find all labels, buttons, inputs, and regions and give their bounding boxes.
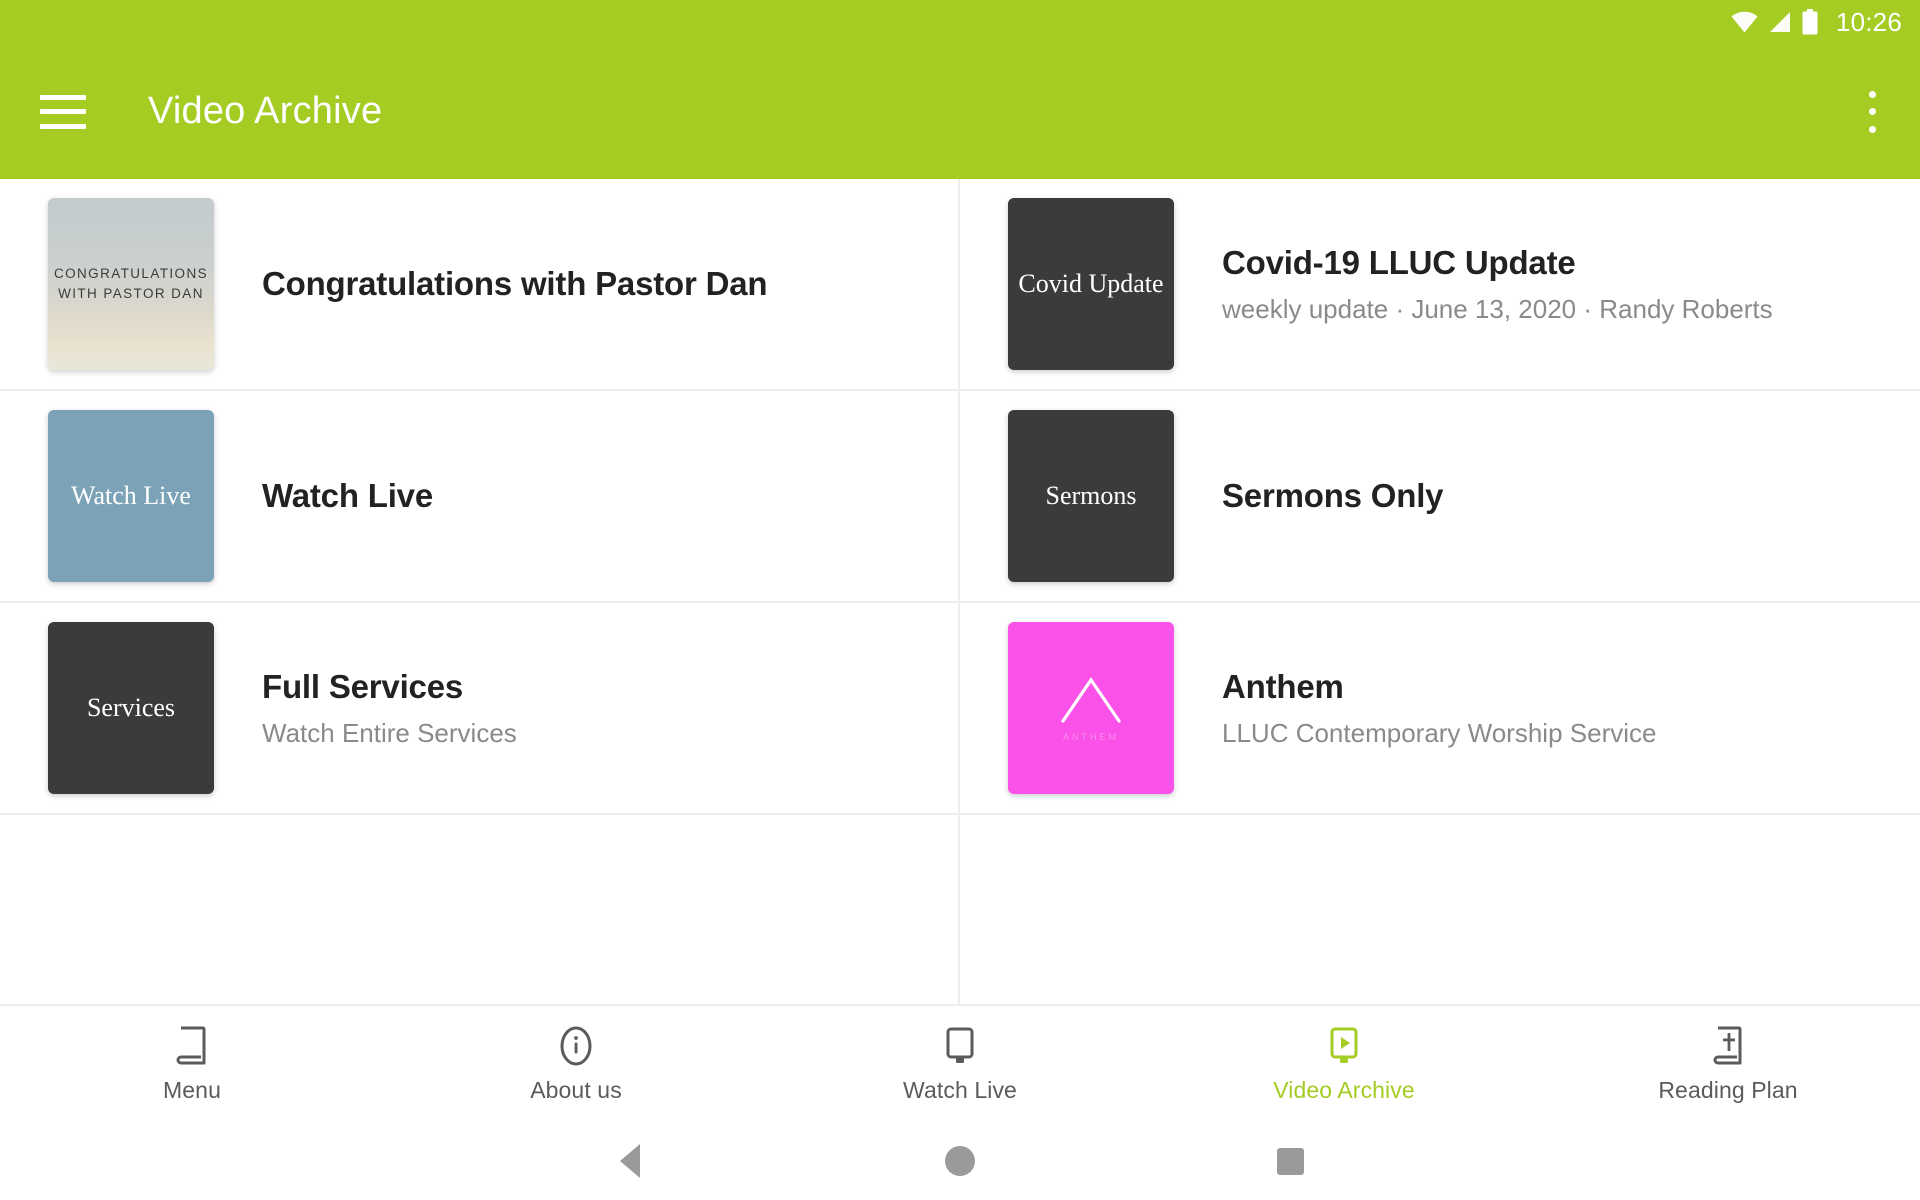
video-play-icon	[1323, 1025, 1365, 1067]
nav-item-label: About us	[530, 1076, 622, 1103]
list-item-title: Full Services	[262, 668, 464, 706]
hamburger-line	[40, 94, 86, 100]
bible-cross-icon	[1710, 1025, 1746, 1067]
page-title: Video Archive	[148, 90, 383, 132]
nav-item-watch-live[interactable]: Watch Live	[768, 1006, 1152, 1122]
thumbnail-watch-live: Watch Live	[48, 410, 214, 582]
hamburger-line	[40, 109, 86, 114]
list-item-text: Congratulations with Pastor Dan	[262, 264, 768, 304]
nav-item-menu[interactable]: Menu	[0, 1006, 384, 1122]
status-bar: 10:26	[0, 0, 1920, 44]
nav-item-label: Video Archive	[1273, 1076, 1415, 1103]
thumbnail-anthem: ANTHEM	[1008, 622, 1174, 794]
hamburger-menu-icon[interactable]	[40, 94, 86, 129]
list-item-subtitle: Watch Entire Services	[262, 717, 517, 748]
thumbnail-label: ANTHEM	[1063, 731, 1119, 742]
list-item-partial[interactable]	[0, 815, 960, 1004]
book-icon	[174, 1025, 210, 1067]
nav-item-label: Reading Plan	[1658, 1076, 1798, 1103]
status-time: 10:26	[1835, 6, 1902, 37]
thumbnail-covid-update: Covid Update	[1008, 198, 1174, 370]
list-item[interactable]: ANTHEM Anthem LLUC Contemporary Worship …	[960, 603, 1920, 815]
video-grid: CONGRATULATIONS WITH PASTOR DAN Congratu…	[0, 179, 1920, 1004]
cellular-signal-icon	[1769, 12, 1790, 32]
thumbnail-label: Sermons	[1045, 481, 1137, 511]
list-item-text: Anthem LLUC Contemporary Worship Service	[1222, 667, 1656, 748]
list-item[interactable]: Watch Live Watch Live	[0, 391, 960, 603]
recents-square-icon	[1276, 1147, 1304, 1175]
list-item-partial[interactable]	[960, 815, 1920, 1004]
nav-item-video-archive[interactable]: Video Archive	[1152, 1006, 1536, 1122]
thumbnail-label: Covid Update	[1018, 269, 1164, 299]
monitor-icon	[939, 1025, 981, 1067]
status-icons: 10:26	[1731, 7, 1902, 38]
list-item-title: Covid-19 LLUC Update	[1222, 244, 1576, 282]
anthem-chevron-icon	[1061, 676, 1121, 723]
list-item-text: Full Services Watch Entire Services	[262, 667, 517, 748]
list-item-subtitle: weekly update · June 13, 2020 · Randy Ro…	[1222, 293, 1773, 324]
list-item-text: Watch Live	[262, 476, 433, 516]
thumbnail-services: Services	[48, 622, 214, 794]
list-item-title: Sermons Only	[1222, 476, 1444, 514]
thumbnail-congratulations: CONGRATULATIONS WITH PASTOR DAN	[48, 198, 214, 370]
overflow-dot	[1868, 125, 1876, 133]
battery-icon	[1802, 9, 1818, 35]
video-archive-list[interactable]: CONGRATULATIONS WITH PASTOR DAN Congratu…	[0, 179, 1920, 1004]
thumbnail-label: Services	[86, 693, 176, 723]
nav-item-label: Menu	[163, 1076, 221, 1103]
thumbnail-sermons: Sermons	[1008, 410, 1174, 582]
back-triangle-icon	[620, 1144, 640, 1178]
wifi-icon	[1731, 11, 1758, 33]
overflow-dot	[1868, 90, 1876, 98]
android-system-nav	[0, 1122, 1920, 1200]
app-bar: Video Archive	[0, 44, 1920, 179]
hamburger-line	[40, 123, 86, 129]
system-back-button[interactable]	[465, 1144, 795, 1178]
system-home-button[interactable]	[795, 1146, 1125, 1176]
list-item-title: Anthem	[1222, 668, 1344, 706]
thumbnail-label: Watch Live	[71, 481, 191, 511]
list-item-text: Sermons Only	[1222, 476, 1444, 516]
info-circle-icon	[556, 1025, 596, 1067]
nav-item-label: Watch Live	[903, 1076, 1017, 1103]
list-item-title: Congratulations with Pastor Dan	[262, 264, 768, 302]
list-item[interactable]: CONGRATULATIONS WITH PASTOR DAN Congratu…	[0, 179, 960, 391]
overflow-dot	[1868, 108, 1876, 115]
overflow-menu-icon[interactable]	[1852, 90, 1892, 133]
nav-item-about-us[interactable]: About us	[384, 1006, 768, 1122]
list-item-subtitle: LLUC Contemporary Worship Service	[1222, 717, 1657, 748]
system-recents-button[interactable]	[1125, 1147, 1455, 1175]
list-item-title: Watch Live	[262, 476, 433, 514]
list-item[interactable]: Services Full Services Watch Entire Serv…	[0, 603, 960, 815]
thumbnail-label: CONGRATULATIONS WITH PASTOR DAN	[53, 266, 208, 301]
list-item-text: Covid-19 LLUC Update weekly update · Jun…	[1222, 243, 1773, 324]
home-circle-icon	[945, 1146, 975, 1176]
list-item[interactable]: Covid Update Covid-19 LLUC Update weekly…	[960, 179, 1920, 391]
app-root: 10:26 Video Archive CONGRATULATIONS WITH…	[0, 0, 1920, 1200]
bottom-navigation: Menu About us Watch Live Video Archive R…	[0, 1004, 1920, 1122]
list-item[interactable]: Sermons Sermons Only	[960, 391, 1920, 603]
nav-item-reading-plan[interactable]: Reading Plan	[1536, 1006, 1920, 1122]
